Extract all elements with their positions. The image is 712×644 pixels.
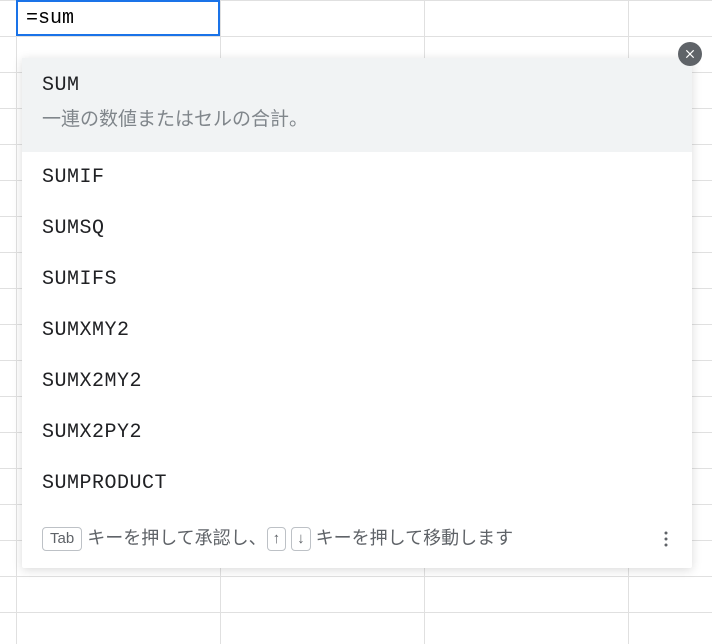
function-name: SUMX2PY2: [42, 421, 672, 444]
suggestion-item[interactable]: SUMPRODUCT: [22, 458, 692, 509]
function-description: 一連の数値またはセルの合計。: [42, 107, 672, 134]
more-vertical-icon: [664, 531, 668, 547]
function-name: SUMPRODUCT: [42, 472, 672, 495]
formula-suggestion-panel: SUM 一連の数値またはセルの合計。 SUMIF SUMSQ SUMIFS SU…: [22, 58, 692, 568]
suggestion-item[interactable]: SUMX2MY2: [22, 356, 692, 407]
function-name: SUMXMY2: [42, 319, 672, 342]
function-name: SUMSQ: [42, 217, 672, 240]
function-name: SUMIFS: [42, 268, 672, 291]
suggestion-item[interactable]: SUMXMY2: [22, 305, 692, 356]
suggestion-item[interactable]: SUMX2PY2: [22, 407, 692, 458]
formula-cell-input[interactable]: [16, 0, 220, 36]
more-options-button[interactable]: [656, 529, 676, 549]
function-name: SUMX2MY2: [42, 370, 672, 393]
keyboard-hint-footer: Tab キーを押して承認し、↑ ↓ キーを押して移動します: [22, 509, 692, 569]
hint-text-part: キーを押して移動します: [311, 528, 513, 548]
function-name: SUMIF: [42, 166, 672, 189]
function-name: SUM: [42, 74, 672, 97]
hint-text: Tab キーを押して承認し、↑ ↓ キーを押して移動します: [42, 524, 672, 553]
hint-text-part: キーを押して承認し、: [82, 528, 266, 548]
suggestion-item-highlighted[interactable]: SUM 一連の数値またはセルの合計。: [22, 58, 692, 152]
close-icon: [683, 47, 697, 61]
down-arrow-key-badge: ↓: [291, 527, 311, 551]
suggestion-item[interactable]: SUMSQ: [22, 203, 692, 254]
suggestion-item[interactable]: SUMIF: [22, 152, 692, 203]
close-suggestions-button[interactable]: [678, 42, 702, 66]
up-arrow-key-badge: ↑: [267, 527, 287, 551]
suggestion-item[interactable]: SUMIFS: [22, 254, 692, 305]
tab-key-badge: Tab: [42, 527, 82, 551]
